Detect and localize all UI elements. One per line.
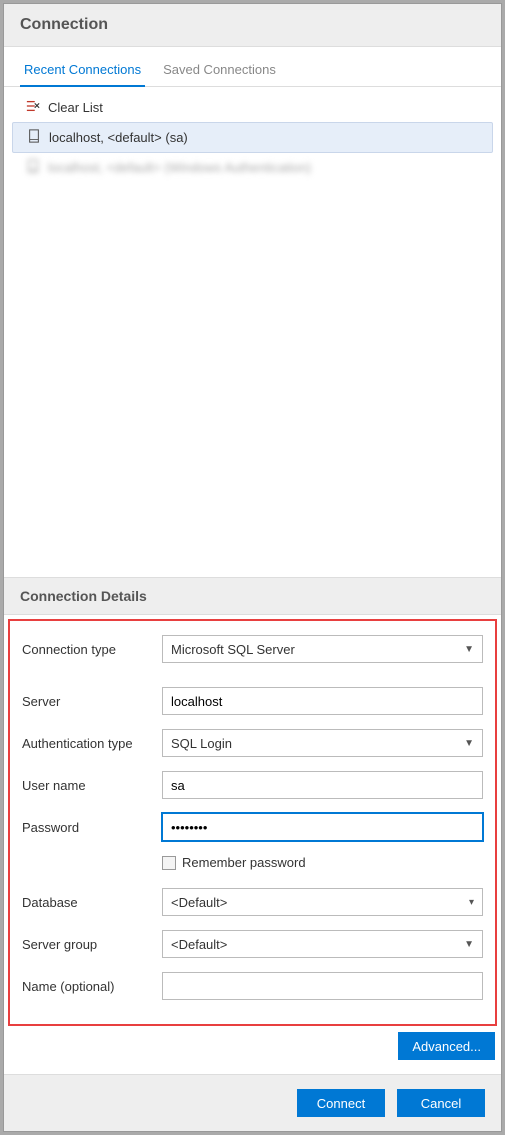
- connection-dialog: Connection Recent Connections Saved Conn…: [3, 3, 502, 1132]
- chevron-down-icon: ▾: [469, 897, 474, 908]
- server-input[interactable]: [162, 687, 483, 715]
- label-password: Password: [22, 820, 162, 835]
- label-connection-type: Connection type: [22, 642, 162, 657]
- tabs-bar: Recent Connections Saved Connections: [4, 47, 501, 87]
- label-server: Server: [22, 694, 162, 709]
- label-username: User name: [22, 778, 162, 793]
- password-input[interactable]: [162, 813, 483, 841]
- clear-list-label: Clear List: [48, 100, 103, 115]
- database-value: <Default>: [171, 895, 227, 910]
- cancel-button[interactable]: Cancel: [397, 1089, 485, 1117]
- label-name: Name (optional): [22, 979, 162, 994]
- server-icon: [27, 129, 41, 146]
- tab-recent-connections[interactable]: Recent Connections: [20, 57, 145, 87]
- connection-type-select[interactable]: Microsoft SQL Server ▼: [162, 635, 483, 663]
- chevron-down-icon: ▼: [464, 939, 474, 950]
- auth-type-value: SQL Login: [171, 736, 232, 751]
- connection-item-label: localhost, <default> (sa): [49, 130, 188, 145]
- label-auth-type: Authentication type: [22, 736, 162, 751]
- clear-list-button[interactable]: Clear List: [12, 93, 493, 122]
- chevron-down-icon: ▼: [464, 738, 474, 749]
- details-form: Connection type Microsoft SQL Server ▼ S…: [8, 619, 497, 1026]
- username-input[interactable]: [162, 771, 483, 799]
- server-group-value: <Default>: [171, 937, 227, 952]
- connection-type-value: Microsoft SQL Server: [171, 642, 295, 657]
- advanced-row: Advanced...: [4, 1030, 501, 1074]
- remember-password-label: Remember password: [182, 855, 306, 870]
- tab-saved-connections[interactable]: Saved Connections: [159, 57, 280, 87]
- connect-button[interactable]: Connect: [297, 1089, 385, 1117]
- advanced-button[interactable]: Advanced...: [398, 1032, 495, 1060]
- name-input[interactable]: [162, 972, 483, 1000]
- remember-password-checkbox[interactable]: [162, 856, 176, 870]
- server-group-select[interactable]: <Default> ▼: [162, 930, 483, 958]
- connection-item[interactable]: localhost, <default> (sa): [12, 122, 493, 153]
- connections-list: Clear List localhost, <default> (sa) loc…: [4, 87, 501, 577]
- server-icon: [26, 159, 40, 176]
- label-database: Database: [22, 895, 162, 910]
- connection-item[interactable]: localhost, <default> (Windows Authentica…: [12, 153, 493, 182]
- dialog-footer: Connect Cancel: [4, 1074, 501, 1131]
- database-select[interactable]: <Default> ▾: [162, 888, 483, 916]
- dialog-title: Connection: [4, 4, 501, 47]
- details-section-title: Connection Details: [4, 577, 501, 615]
- chevron-down-icon: ▼: [464, 644, 474, 655]
- clear-list-icon: [26, 99, 40, 116]
- connection-item-label: localhost, <default> (Windows Authentica…: [48, 160, 311, 175]
- label-server-group: Server group: [22, 937, 162, 952]
- auth-type-select[interactable]: SQL Login ▼: [162, 729, 483, 757]
